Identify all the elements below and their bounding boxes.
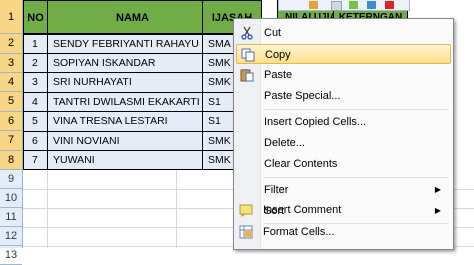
row-header-2[interactable]: 2 (0, 34, 22, 54)
copy-icon (241, 48, 255, 62)
cell-no[interactable]: 1 (23, 34, 48, 54)
cell-nama[interactable]: VINA TRESNA LESTARI (47, 111, 203, 132)
menu-item-filter[interactable]: Filter ▶ (236, 180, 451, 200)
cell-no[interactable]: 4 (23, 92, 48, 112)
row-header-7[interactable]: 7 (0, 131, 22, 151)
row-header-column: 1 2 3 4 5 6 7 8 9 10 11 12 13 (0, 0, 23, 265)
menu-item-label: Insert Comment (263, 204, 342, 216)
menu-separator (264, 177, 449, 178)
menu-item-label: Clear Contents (264, 158, 338, 170)
borders-icon[interactable] (367, 1, 376, 9)
menu-item-label: Filter (264, 184, 289, 196)
menu-item-paste-special[interactable]: Paste Special... (236, 86, 451, 106)
scissors-icon (241, 26, 253, 40)
mini-toolbar (278, 0, 410, 11)
cell-nama[interactable]: VINI NOVIANI (47, 131, 203, 151)
cell-nama[interactable]: SENDY FEBRIYANTI RAHAYU (47, 34, 203, 54)
cell-nama[interactable]: YUWANI (47, 150, 203, 170)
cell-no[interactable]: 2 (23, 53, 48, 73)
row-header-10[interactable]: 10 (0, 189, 22, 208)
row-header-3[interactable]: 3 (0, 54, 22, 73)
format-cells-icon (239, 225, 253, 239)
menu-item-cut[interactable]: Cut (236, 23, 451, 43)
fill-color-icon[interactable] (349, 1, 358, 9)
paste-icon (240, 69, 254, 82)
row-header-8[interactable]: 8 (0, 151, 22, 170)
menu-item-label: Format Cells... (263, 226, 335, 238)
row-header-12[interactable]: 12 (0, 227, 22, 246)
format-painter-icon[interactable] (309, 1, 318, 9)
header-no[interactable]: NO (23, 0, 48, 34)
menu-item-label: Paste (264, 69, 293, 81)
font-color-icon[interactable] (331, 1, 342, 11)
menu-item-label: Delete... (264, 137, 305, 149)
submenu-arrow-icon: ▶ (434, 185, 441, 194)
row-header-6[interactable]: 6 (0, 112, 22, 131)
cell-no[interactable]: 3 (23, 72, 48, 93)
menu-item-label: Cut (264, 27, 282, 39)
row-header-9[interactable]: 9 (0, 170, 22, 189)
menu-item-label: Insert Copied Cells... (264, 116, 367, 128)
cell-no[interactable]: 6 (23, 131, 48, 151)
menu-item-clear-contents[interactable]: Clear Contents (236, 154, 451, 174)
cell-no[interactable]: 7 (23, 150, 48, 170)
row-header-4[interactable]: 4 (0, 73, 22, 92)
menu-item-paste[interactable]: Paste (236, 65, 451, 85)
cell-nama[interactable]: SOPIYAN ISKANDAR (47, 53, 203, 73)
cell-no[interactable]: 5 (23, 111, 48, 132)
row-header-5[interactable]: 5 (0, 92, 22, 112)
row-header-1[interactable]: 1 (0, 0, 22, 34)
menu-item-delete[interactable]: Delete... (236, 133, 451, 153)
menu-item-insert-comment[interactable]: Insert Comment (235, 200, 452, 220)
menu-item-format-cells[interactable]: Format Cells... (235, 222, 452, 242)
menu-separator (264, 109, 449, 110)
menu-item-copy[interactable]: Copy (236, 44, 451, 64)
cell-nama[interactable]: SRI NURHAYATI (47, 72, 203, 93)
menu-item-label: Paste Special... (264, 90, 341, 102)
cell-nama[interactable]: TANTRI DWILASMI EKAKARTI (47, 92, 203, 112)
font-red-icon[interactable] (385, 1, 394, 9)
comment-icon (239, 204, 253, 217)
row-header-11[interactable]: 11 (0, 208, 22, 227)
menu-item-insert-copied-cells[interactable]: Insert Copied Cells... (236, 112, 451, 132)
row-header-13[interactable]: 13 (0, 246, 22, 265)
header-nama[interactable]: NAMA (47, 0, 218, 34)
menu-item-label: Copy (265, 49, 291, 61)
